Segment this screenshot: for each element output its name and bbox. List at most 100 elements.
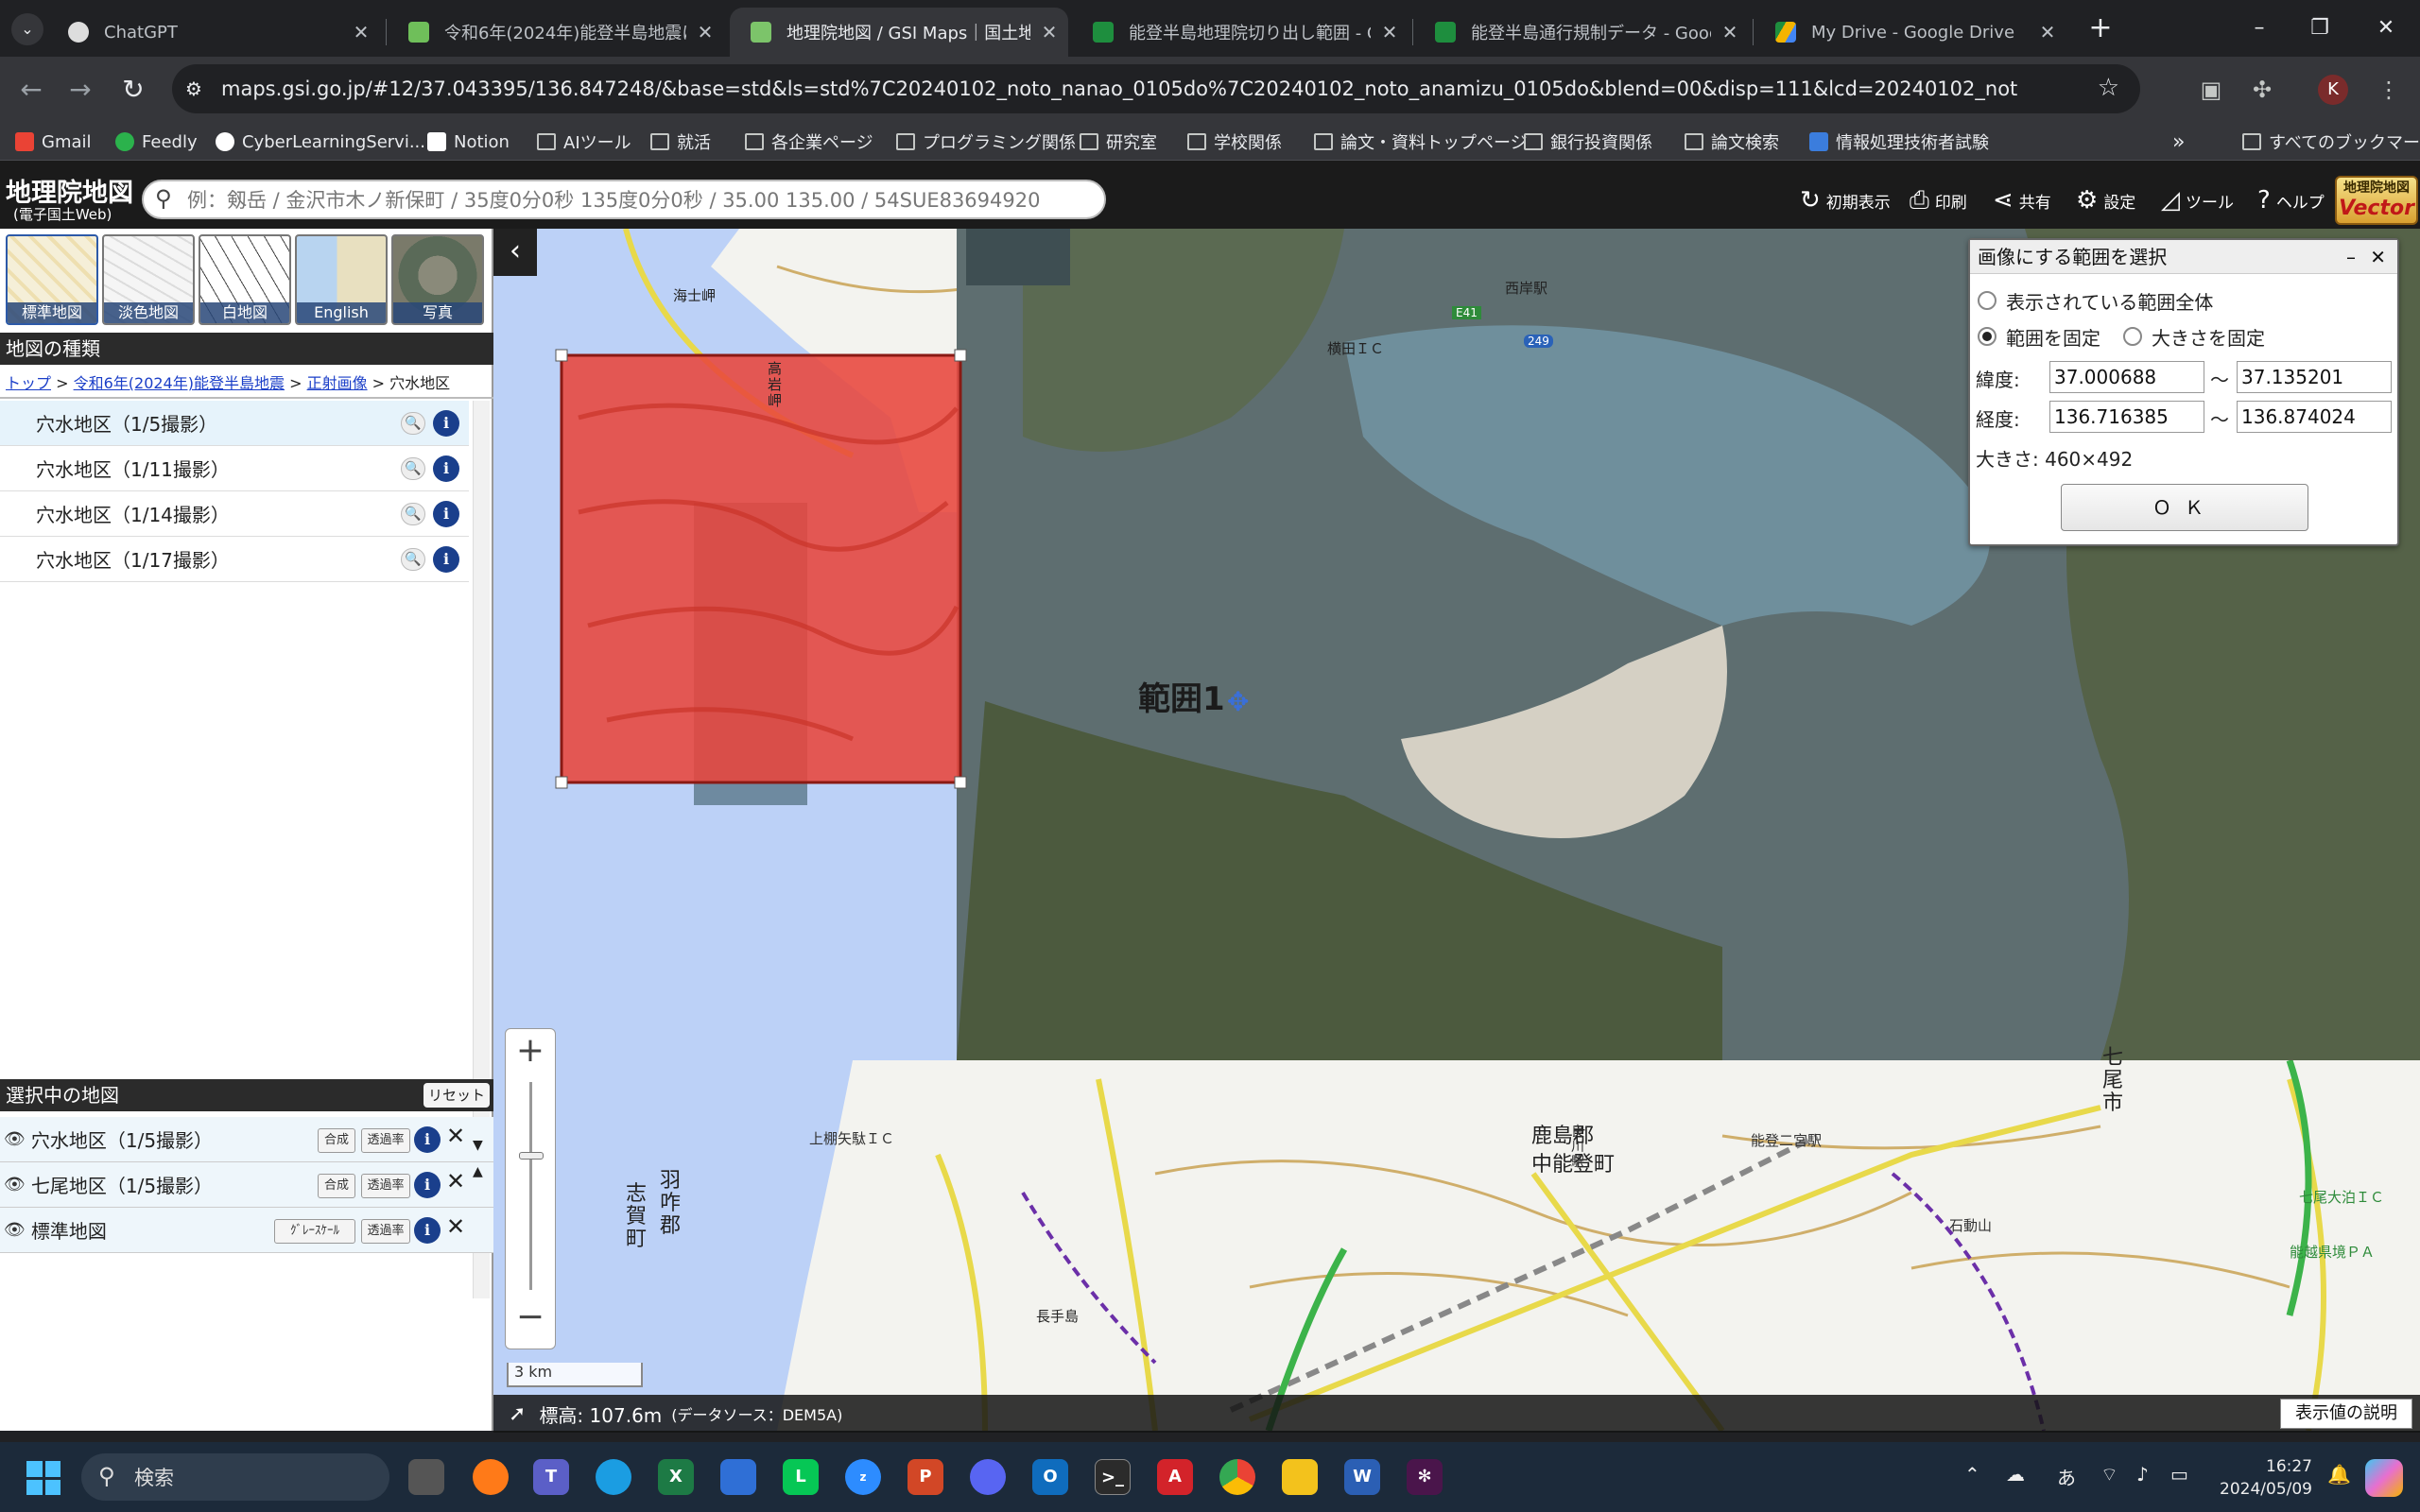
radio-fixed-range[interactable] — [1978, 327, 1996, 346]
help-button[interactable]: ? ヘルプ — [2257, 186, 2325, 215]
bookmark-folder-shukatsu[interactable]: 就活 — [650, 129, 711, 155]
collapse-panel-button[interactable]: ‹ — [493, 229, 537, 276]
new-tab-button[interactable]: + — [2083, 11, 2118, 45]
info-icon[interactable]: i — [414, 1172, 441, 1198]
terminal-icon[interactable]: >_ — [1095, 1459, 1131, 1495]
bookmark-ipa-exam[interactable]: 情報処理技術者試験 — [1809, 129, 1989, 155]
preview-icon[interactable]: 🔍 — [401, 457, 425, 480]
store-icon[interactable] — [720, 1459, 756, 1495]
minimize-button[interactable]: – — [2231, 9, 2288, 47]
remove-icon[interactable]: ✕ — [446, 1123, 465, 1149]
excel-icon[interactable]: X — [658, 1459, 694, 1495]
radio-all-range[interactable] — [1978, 291, 1996, 310]
layer-item[interactable]: 穴水地区（1/5撮影） 🔍 i — [0, 401, 469, 446]
bookmarks-overflow-icon[interactable]: » — [2172, 129, 2185, 155]
preview-icon[interactable]: 🔍 — [401, 412, 425, 435]
preview-icon[interactable]: 🔍 — [401, 503, 425, 525]
edge-icon[interactable] — [596, 1459, 631, 1495]
zoom-slider-track[interactable] — [529, 1082, 532, 1290]
tab-chatgpt[interactable]: ChatGPT ✕ — [47, 8, 380, 57]
bookmark-folder-bank[interactable]: 銀行投資関係 — [1524, 129, 1652, 155]
address-bar[interactable]: ⚙ maps.gsi.go.jp/#12/37.043395/136.84724… — [172, 64, 2140, 113]
grayscale-button[interactable]: ｸﾞﾚｰｽｹｰﾙ — [274, 1219, 355, 1244]
bookmark-folder-lab[interactable]: 研究室 — [1080, 129, 1157, 155]
print-button[interactable]: ⎙ 印刷 — [1910, 186, 1967, 215]
close-icon[interactable]: ✕ — [2029, 21, 2066, 43]
blend-button[interactable]: 合成 — [318, 1174, 355, 1198]
zoom-out-button[interactable]: − — [506, 1297, 555, 1336]
forward-icon[interactable]: → — [60, 70, 100, 110]
word-icon[interactable]: W — [1344, 1459, 1380, 1495]
outlook-icon[interactable]: O — [1032, 1459, 1068, 1495]
preview-icon[interactable]: 🔍 — [401, 548, 425, 571]
bookmark-gmail[interactable]: Gmail — [15, 129, 92, 155]
layer-item[interactable]: 穴水地区（1/11撮影） 🔍 i — [0, 446, 469, 491]
radio-fixed-size[interactable] — [2123, 327, 2142, 346]
firefox-icon[interactable] — [473, 1459, 509, 1495]
ime-indicator[interactable]: あ — [2057, 1463, 2076, 1490]
onedrive-icon[interactable]: ☁ — [2006, 1463, 2025, 1486]
lon-to-input[interactable]: 136.874024 — [2237, 401, 2392, 433]
reset-button[interactable]: リセット — [424, 1083, 490, 1108]
breadcrumb-top[interactable]: トップ — [6, 374, 51, 392]
info-icon[interactable]: i — [433, 501, 459, 527]
selected-layer-anamizu[interactable]: 👁 穴水地区（1/5撮影） 合成 透過率 i ✕ ▼ — [0, 1117, 493, 1162]
bookmark-folder-paper-search[interactable]: 論文検索 — [1685, 129, 1779, 155]
tray-overflow-icon[interactable]: ⌃ — [1964, 1463, 1980, 1486]
eye-icon[interactable]: 👁 — [4, 1220, 26, 1240]
bookmark-folder-companies[interactable]: 各企業ページ — [745, 129, 873, 155]
copilot-icon[interactable] — [2365, 1459, 2403, 1497]
file-explorer-icon[interactable] — [1282, 1459, 1318, 1495]
opacity-button[interactable]: 透過率 — [361, 1219, 410, 1244]
move-handle-icon[interactable]: ✥ — [1227, 686, 1249, 717]
dialog-header[interactable]: 画像にする範囲を選択 – ✕ — [1970, 240, 2397, 274]
move-down-icon[interactable]: ▼ — [473, 1138, 483, 1153]
ok-button[interactable]: ＯＫ — [2061, 484, 2308, 531]
back-icon[interactable]: ← — [11, 70, 51, 110]
opacity-button[interactable]: 透過率 — [361, 1174, 410, 1198]
line-icon[interactable]: L — [783, 1459, 819, 1495]
breadcrumb-event[interactable]: 令和6年(2024年)能登半島地震 — [74, 374, 285, 392]
bookmark-folder-school[interactable]: 学校関係 — [1187, 129, 1282, 155]
gsi-logo[interactable]: 地理院地図 (電子国土Web) — [6, 180, 133, 223]
restore-button[interactable]: ❐ — [2291, 9, 2348, 47]
home-view-button[interactable]: ↻ 初期表示 — [1800, 186, 1891, 215]
tab-sheet-range[interactable]: 能登半島地理院切り出し範囲 - G ✕ — [1072, 8, 1409, 57]
lon-from-input[interactable]: 136.716385 — [2049, 401, 2204, 433]
search-input[interactable]: ⚲ 例：剱岳 / 金沢市木ノ新保町 / 35度0分0秒 135度0分0秒 / 3… — [142, 180, 1106, 219]
star-icon[interactable]: ☆ — [2098, 74, 2119, 102]
blend-button[interactable]: 合成 — [318, 1128, 355, 1153]
close-window-button[interactable]: ✕ — [2358, 9, 2414, 47]
info-icon[interactable]: i — [433, 455, 459, 482]
layer-item[interactable]: 穴水地区（1/17撮影） 🔍 i — [0, 537, 469, 582]
info-icon[interactable]: i — [414, 1126, 441, 1153]
selected-layer-standard[interactable]: 👁 標準地図 ｸﾞﾚｰｽｹｰﾙ 透過率 i ✕ — [0, 1208, 493, 1253]
battery-icon[interactable]: ▭ — [2170, 1463, 2188, 1486]
reload-icon[interactable]: ↻ — [113, 70, 153, 110]
basemap-pale[interactable]: 淡色地図 — [102, 234, 195, 325]
bookmark-cyberlearning[interactable]: CyberLearningServi... — [216, 129, 425, 155]
eye-icon[interactable]: 👁 — [4, 1175, 26, 1194]
acrobat-icon[interactable]: A — [1157, 1459, 1193, 1495]
info-icon[interactable]: i — [414, 1217, 441, 1244]
powerpoint-icon[interactable]: P — [908, 1459, 943, 1495]
tab-google-drive[interactable]: My Drive - Google Drive ✕ — [1754, 8, 2066, 57]
zoom-in-button[interactable]: + — [506, 1031, 555, 1070]
bookmark-folder-programming[interactable]: プログラミング関係 — [896, 129, 1076, 155]
discord-icon[interactable] — [970, 1459, 1006, 1495]
move-up-icon[interactable]: ▲ — [473, 1164, 483, 1179]
lat-to-input[interactable]: 37.135201 — [2237, 361, 2392, 393]
explain-values-button[interactable]: 表示値の説明 — [2280, 1399, 2412, 1429]
tools-button[interactable]: ◿ ツール — [2161, 186, 2234, 215]
close-icon[interactable]: ✕ — [2370, 240, 2386, 274]
taskbar-search[interactable]: ⚲ 検索 — [81, 1453, 389, 1501]
info-icon[interactable]: i — [433, 410, 459, 437]
teams-icon[interactable]: T — [533, 1459, 569, 1495]
minimize-icon[interactable]: – — [2346, 240, 2356, 274]
extensions-icon[interactable]: ✣ — [2244, 72, 2280, 108]
windows-start-icon[interactable] — [26, 1461, 60, 1495]
bookmark-feedly[interactable]: Feedly — [115, 129, 198, 155]
tab-notice[interactable]: 令和6年(2024年)能登半島地震に ✕ — [388, 8, 724, 57]
wifi-icon[interactable]: ⌔ — [2100, 1463, 2118, 1486]
tab-gsi-maps[interactable]: 地理院地図 / GSI Maps｜国土地 ✕ — [730, 8, 1068, 57]
